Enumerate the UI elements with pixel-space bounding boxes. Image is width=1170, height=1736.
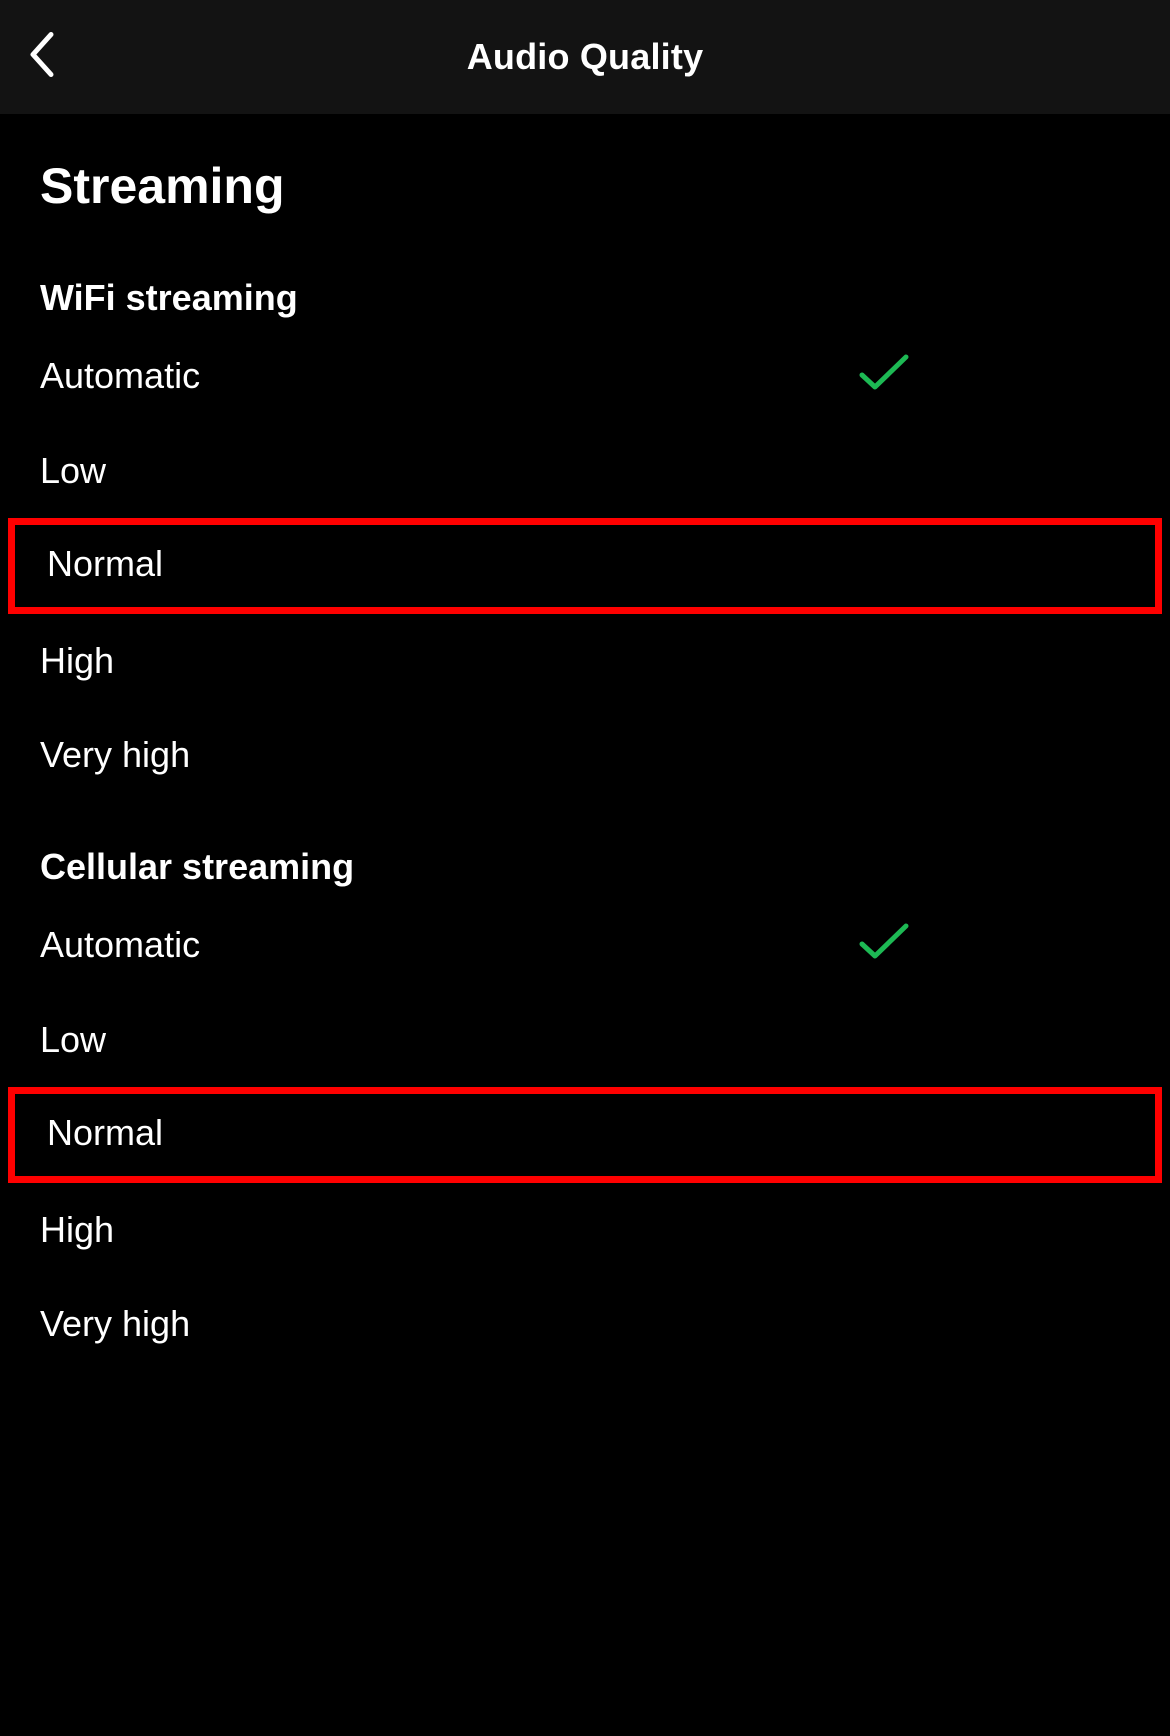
wifi-option-automatic[interactable]: Automatic <box>0 327 1170 424</box>
subsection-cellular-title: Cellular streaming <box>0 802 1170 896</box>
wifi-option-high-label: High <box>40 640 114 682</box>
cellular-option-high-label: High <box>40 1209 114 1251</box>
wifi-option-low-label: Low <box>40 450 106 492</box>
wifi-option-veryhigh[interactable]: Very high <box>0 708 1170 802</box>
cellular-option-automatic-label: Automatic <box>40 924 200 966</box>
wifi-option-low[interactable]: Low <box>0 424 1170 518</box>
back-button[interactable] <box>27 31 57 84</box>
wifi-option-high[interactable]: High <box>0 614 1170 708</box>
cellular-option-veryhigh-label: Very high <box>40 1303 190 1345</box>
wifi-option-veryhigh-label: Very high <box>40 734 190 776</box>
chevron-left-icon <box>27 31 57 84</box>
header-bar: Audio Quality <box>0 0 1170 115</box>
cellular-option-low[interactable]: Low <box>0 993 1170 1087</box>
cellular-option-normal-label: Normal <box>47 1112 163 1154</box>
wifi-option-normal[interactable]: Normal <box>8 518 1162 614</box>
page-title: Audio Quality <box>0 36 1170 78</box>
check-icon <box>858 353 910 398</box>
check-icon <box>858 922 910 967</box>
cellular-option-normal[interactable]: Normal <box>8 1087 1162 1183</box>
cellular-option-veryhigh[interactable]: Very high <box>0 1277 1170 1371</box>
cellular-option-high[interactable]: High <box>0 1183 1170 1277</box>
cellular-option-automatic[interactable]: Automatic <box>0 896 1170 993</box>
section-title-streaming: Streaming <box>0 115 1170 233</box>
content-area: Streaming WiFi streaming Automatic Low N… <box>0 115 1170 1371</box>
subsection-wifi-title: WiFi streaming <box>0 233 1170 327</box>
cellular-option-low-label: Low <box>40 1019 106 1061</box>
wifi-option-automatic-label: Automatic <box>40 355 200 397</box>
wifi-option-normal-label: Normal <box>47 543 163 585</box>
